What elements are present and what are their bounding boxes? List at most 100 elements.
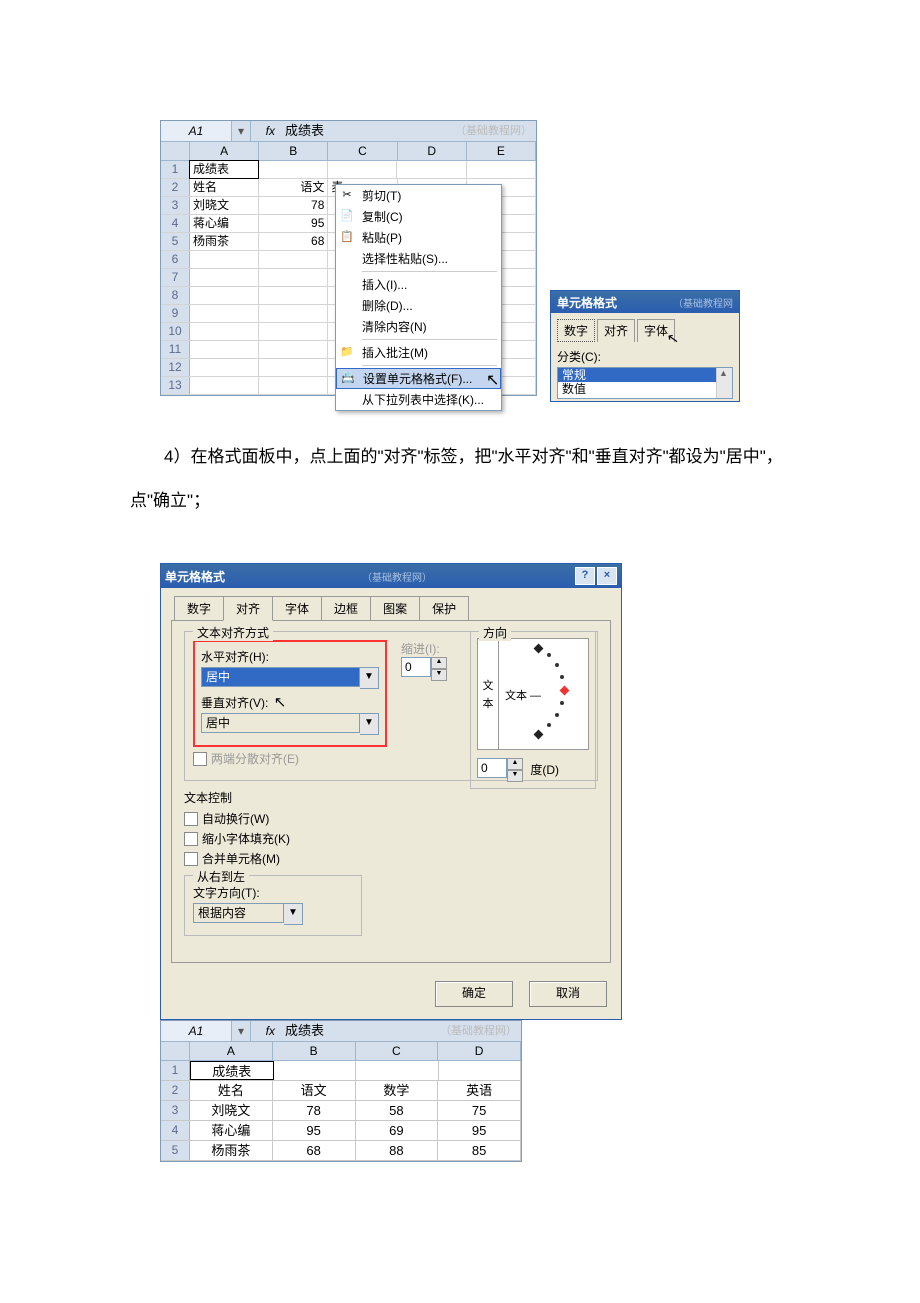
h-align-combo[interactable]: 居中 ▼ <box>201 667 379 689</box>
cell[interactable]: 姓名 <box>190 179 259 196</box>
formula-value[interactable]: 成绩表 <box>279 121 455 141</box>
tab-align[interactable]: 对齐 <box>223 596 273 621</box>
cell[interactable]: 78 <box>259 197 328 214</box>
cell[interactable] <box>259 341 328 358</box>
cell[interactable] <box>259 305 328 322</box>
cell[interactable] <box>259 359 328 376</box>
namebox-dropdown-icon[interactable]: ▾ <box>232 1021 251 1041</box>
menu-item[interactable]: 选择性粘贴(S)... <box>336 248 501 269</box>
h-align-value[interactable]: 居中 <box>201 667 360 687</box>
cell[interactable]: 85 <box>438 1141 521 1160</box>
cell[interactable]: 95 <box>438 1121 521 1140</box>
namebox-dropdown-icon[interactable]: ▾ <box>232 121 251 141</box>
cell[interactable]: 成绩表 <box>189 160 259 179</box>
table-row[interactable]: 2姓名语文数学英语 <box>161 1081 521 1101</box>
cell[interactable]: 95 <box>273 1121 356 1140</box>
row-header[interactable]: 1 <box>161 1061 190 1080</box>
row-header[interactable]: 5 <box>161 233 190 250</box>
row-header[interactable]: 7 <box>161 269 190 286</box>
name-box[interactable]: A1 <box>161 1021 232 1041</box>
cell-grid[interactable]: 1成绩表2姓名语文数学英语3刘晓文7858754蒋心编9569955杨雨茶688… <box>161 1061 521 1161</box>
select-all-corner[interactable] <box>161 1042 190 1060</box>
cell[interactable] <box>190 341 259 358</box>
tab-font[interactable]: 字体 <box>272 596 322 620</box>
category-list[interactable]: 常规 数值 <box>557 367 733 399</box>
scrollbar[interactable] <box>716 368 732 398</box>
cell[interactable] <box>259 251 328 268</box>
cell[interactable]: 88 <box>356 1141 439 1160</box>
merge-check[interactable]: 合并单元格(M) <box>184 850 598 867</box>
cell[interactable] <box>356 1061 439 1080</box>
table-row[interactable]: 4蒋心编956995 <box>161 1121 521 1141</box>
table-row[interactable]: 3刘晓文785875 <box>161 1101 521 1121</box>
col-C[interactable]: C <box>328 142 397 160</box>
cell[interactable] <box>190 359 259 376</box>
menu-item[interactable]: 📄复制(C) <box>336 206 501 227</box>
cell[interactable]: 75 <box>438 1101 521 1120</box>
tab-number[interactable]: 数字 <box>557 319 595 342</box>
tab-pattern[interactable]: 图案 <box>370 596 420 620</box>
cancel-button[interactable]: 取消 <box>529 981 607 1007</box>
spin-up-icon[interactable]: ▲ <box>431 657 447 669</box>
vertical-text[interactable]: 文本 <box>478 639 499 749</box>
cell[interactable]: 刘晓文 <box>190 1101 273 1120</box>
cell[interactable] <box>259 323 328 340</box>
tab-number[interactable]: 数字 <box>174 596 224 620</box>
cell[interactable] <box>328 161 397 178</box>
chevron-down-icon[interactable]: ▼ <box>360 667 379 689</box>
cell[interactable] <box>258 161 327 178</box>
row-header[interactable]: 10 <box>161 323 190 340</box>
row-header[interactable]: 2 <box>161 1081 190 1100</box>
row-header[interactable]: 8 <box>161 287 190 304</box>
degree-spinner[interactable]: 0 ▲▼ <box>477 758 523 782</box>
cell[interactable]: 蒋心编 <box>190 215 259 232</box>
cell[interactable] <box>190 287 259 304</box>
degree-value[interactable]: 0 <box>477 758 507 778</box>
indent-value[interactable]: 0 <box>401 657 431 677</box>
row-header[interactable]: 11 <box>161 341 190 358</box>
cell[interactable]: 68 <box>259 233 328 250</box>
cell[interactable] <box>190 251 259 268</box>
cell[interactable] <box>397 161 466 178</box>
cell[interactable] <box>274 1061 357 1080</box>
cell[interactable]: 英语 <box>438 1081 521 1100</box>
cell[interactable] <box>190 377 259 394</box>
cell[interactable] <box>467 161 536 178</box>
dir-combo[interactable]: 根据内容 ▼ <box>193 903 303 925</box>
cell[interactable]: 蒋心编 <box>190 1121 273 1140</box>
menu-item[interactable]: 从下拉列表中选择(K)... <box>336 389 501 410</box>
cell[interactable]: 姓名 <box>190 1081 273 1100</box>
cell[interactable]: 语文 <box>259 179 328 196</box>
v-align-combo[interactable]: 居中 ▼ <box>201 713 379 735</box>
col-E[interactable]: E <box>467 142 536 160</box>
cell[interactable]: 杨雨茶 <box>190 1141 273 1160</box>
row-header[interactable]: 4 <box>161 215 190 232</box>
cell[interactable]: 69 <box>356 1121 439 1140</box>
row-header[interactable]: 6 <box>161 251 190 268</box>
cell[interactable]: 刘晓文 <box>190 197 259 214</box>
row-header[interactable]: 12 <box>161 359 190 376</box>
list-item[interactable]: 常规 <box>558 368 732 382</box>
cell[interactable] <box>190 323 259 340</box>
chevron-down-icon[interactable]: ▼ <box>284 903 303 925</box>
orientation-dial[interactable]: 文本 — <box>499 639 588 749</box>
table-row[interactable]: 5杨雨茶688885 <box>161 1141 521 1161</box>
menu-item[interactable]: 📇设置单元格格式(F)... <box>336 368 501 389</box>
cell[interactable] <box>259 269 328 286</box>
row-header[interactable]: 3 <box>161 1101 190 1120</box>
menu-item[interactable]: 删除(D)... <box>336 295 501 316</box>
cell[interactable] <box>259 287 328 304</box>
list-item[interactable]: 数值 <box>558 382 732 396</box>
tab-border[interactable]: 边框 <box>321 596 371 620</box>
cell[interactable]: 数学 <box>356 1081 439 1100</box>
indent-spinner[interactable]: 0 ▲▼ <box>401 657 447 681</box>
menu-item[interactable]: 清除内容(N) <box>336 316 501 337</box>
help-button[interactable]: ? <box>575 567 595 585</box>
table-row[interactable]: 1成绩表 <box>161 1061 521 1081</box>
col-A[interactable]: A <box>190 142 259 160</box>
col-D[interactable]: D <box>438 1042 521 1060</box>
orientation-control[interactable]: 文本 文本 — <box>477 638 589 750</box>
cell[interactable] <box>190 305 259 322</box>
row-header[interactable]: 1 <box>161 161 190 178</box>
shrink-check[interactable]: 缩小字体填充(K) <box>184 830 598 847</box>
